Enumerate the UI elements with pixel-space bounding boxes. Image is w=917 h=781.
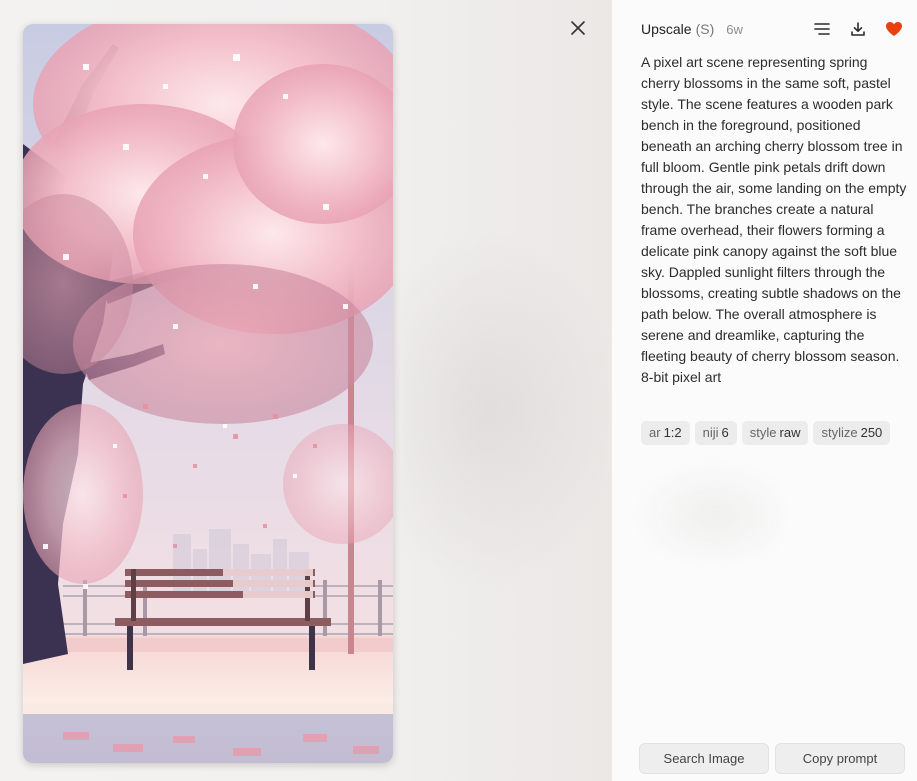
search-image-button[interactable]: Search Image bbox=[639, 743, 769, 774]
menu-button[interactable] bbox=[811, 18, 833, 40]
job-age: 6w bbox=[726, 21, 743, 37]
param-chip-ar[interactable]: ar 1:2 bbox=[641, 421, 690, 445]
param-chip-stylize[interactable]: stylize 250 bbox=[813, 421, 891, 445]
job-type: Upscale bbox=[641, 21, 692, 37]
panel-background-fade bbox=[632, 460, 782, 560]
generated-image[interactable] bbox=[23, 24, 393, 763]
image-viewer bbox=[0, 0, 611, 781]
download-icon bbox=[851, 22, 865, 36]
background-blur bbox=[400, 230, 611, 590]
details-panel: Upscale (S) 6w A pixel art scene represe… bbox=[611, 0, 917, 781]
download-button[interactable] bbox=[847, 18, 869, 40]
header-actions bbox=[797, 18, 905, 40]
copy-prompt-button[interactable]: Copy prompt bbox=[775, 743, 905, 774]
close-button[interactable] bbox=[566, 16, 590, 40]
param-chip-niji[interactable]: niji 6 bbox=[694, 421, 737, 445]
heart-icon bbox=[886, 22, 902, 36]
favorite-button[interactable] bbox=[883, 18, 905, 40]
prompt-text: A pixel art scene representing spring ch… bbox=[641, 54, 907, 385]
close-icon bbox=[571, 21, 585, 35]
job-variant: (S) bbox=[695, 21, 715, 37]
param-chip-style[interactable]: style raw bbox=[741, 421, 809, 445]
list-icon bbox=[814, 23, 830, 35]
parameter-chips: ar 1:2 niji 6 style raw stylize 250 bbox=[641, 421, 911, 445]
footer-actions: Search Image Copy prompt bbox=[639, 743, 905, 774]
panel-header: Upscale (S) 6w bbox=[641, 18, 905, 40]
